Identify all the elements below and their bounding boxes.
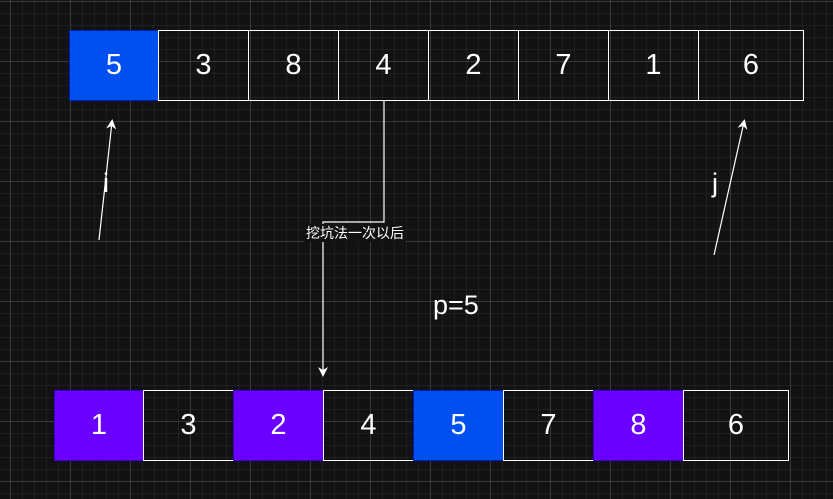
top-array-cell: 1 (608, 30, 699, 101)
top-array-cell: 3 (158, 30, 249, 101)
bottom-array: 1 3 2 4 5 7 8 6 (54, 390, 789, 461)
top-array-cell: 8 (248, 30, 339, 101)
bottom-array-cell: 6 (683, 390, 789, 461)
bottom-array-cell: 4 (323, 390, 414, 461)
top-array-cell: 2 (428, 30, 519, 101)
bottom-array-cell: 5 (413, 390, 504, 461)
i-pointer-label: i (103, 168, 109, 198)
bottom-array-cell: 2 (233, 390, 324, 461)
bottom-array-cell: 1 (54, 390, 144, 461)
top-array-cell: 7 (518, 30, 609, 101)
j-pointer-arrow (713, 119, 748, 256)
diagram-canvas: 5 3 8 4 2 7 1 6 i j 挖坑法一次以后 p=5 1 3 2 4 … (0, 0, 833, 499)
pivot-label: p=5 (433, 290, 479, 320)
top-array: 5 3 8 4 2 7 1 6 (69, 30, 804, 101)
bottom-array-cell: 8 (593, 390, 684, 461)
j-pointer-label: j (712, 168, 718, 198)
bottom-array-cell: 7 (503, 390, 594, 461)
top-array-cell: 5 (69, 30, 159, 101)
top-array-cell: 6 (698, 30, 804, 101)
top-array-cell: 4 (338, 30, 429, 101)
step-note: 挖坑法一次以后 (304, 224, 406, 242)
bottom-array-cell: 3 (143, 390, 234, 461)
